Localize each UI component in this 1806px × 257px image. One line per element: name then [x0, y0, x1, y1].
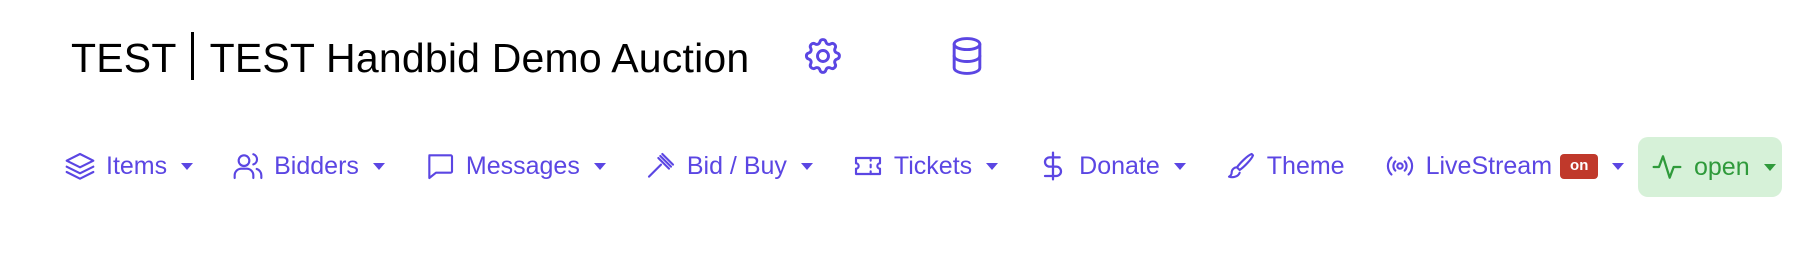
nav-bidders-label: Bidders: [274, 151, 359, 180]
auction-name: TEST Handbid Demo Auction: [209, 35, 750, 81]
nav-items-label: Items: [106, 151, 168, 180]
main-nav: Items Bidders Messages Bid / Buy Tickets…: [63, 136, 1625, 196]
nav-donate[interactable]: Donate: [1036, 136, 1186, 196]
auction-status-dropdown[interactable]: open: [1638, 137, 1782, 197]
nav-bid-buy-label: Bid / Buy: [686, 151, 787, 180]
nav-items[interactable]: Items: [63, 136, 194, 196]
nav-bid-buy[interactable]: Bid / Buy: [644, 136, 813, 196]
org-name: TEST: [71, 35, 177, 81]
page-title: TEST TEST Handbid Demo Auction: [71, 32, 749, 82]
chevron-down-icon: [1612, 162, 1625, 170]
brush-icon: [1224, 149, 1258, 183]
nav-bidders[interactable]: Bidders: [231, 136, 385, 196]
layers-icon: [63, 149, 97, 183]
nav-theme[interactable]: Theme: [1224, 136, 1345, 196]
nav-donate-label: Donate: [1079, 151, 1160, 180]
nav-theme-label: Theme: [1266, 151, 1345, 180]
chevron-down-icon: [986, 162, 999, 170]
nav-tickets-label: Tickets: [893, 151, 973, 180]
nav-tickets[interactable]: Tickets: [851, 136, 999, 196]
title-divider: [190, 32, 194, 80]
chevron-down-icon: [181, 162, 194, 170]
chevron-down-icon: [1763, 163, 1776, 171]
activity-icon: [1650, 150, 1684, 184]
dollar-sign-icon: [1036, 149, 1070, 183]
nav-messages[interactable]: Messages: [423, 136, 606, 196]
nav-messages-label: Messages: [465, 151, 580, 180]
auction-status-label: open: [1694, 152, 1750, 181]
users-icon: [231, 149, 265, 183]
gavel-icon: [644, 149, 678, 183]
database-icon[interactable]: [944, 33, 990, 79]
nav-livestream-label: LiveStream: [1425, 151, 1553, 180]
gear-icon[interactable]: [800, 33, 846, 79]
livestream-status-badge: on: [1560, 153, 1599, 179]
auction-header: TEST TEST Handbid Demo Auction: [71, 24, 749, 90]
message-square-icon: [423, 149, 457, 183]
chevron-down-icon: [1173, 162, 1186, 170]
nav-livestream[interactable]: LiveStream on: [1383, 136, 1625, 196]
ticket-icon: [851, 149, 885, 183]
broadcast-icon: [1383, 149, 1417, 183]
chevron-down-icon: [800, 162, 813, 170]
chevron-down-icon: [372, 162, 385, 170]
chevron-down-icon: [593, 162, 606, 170]
